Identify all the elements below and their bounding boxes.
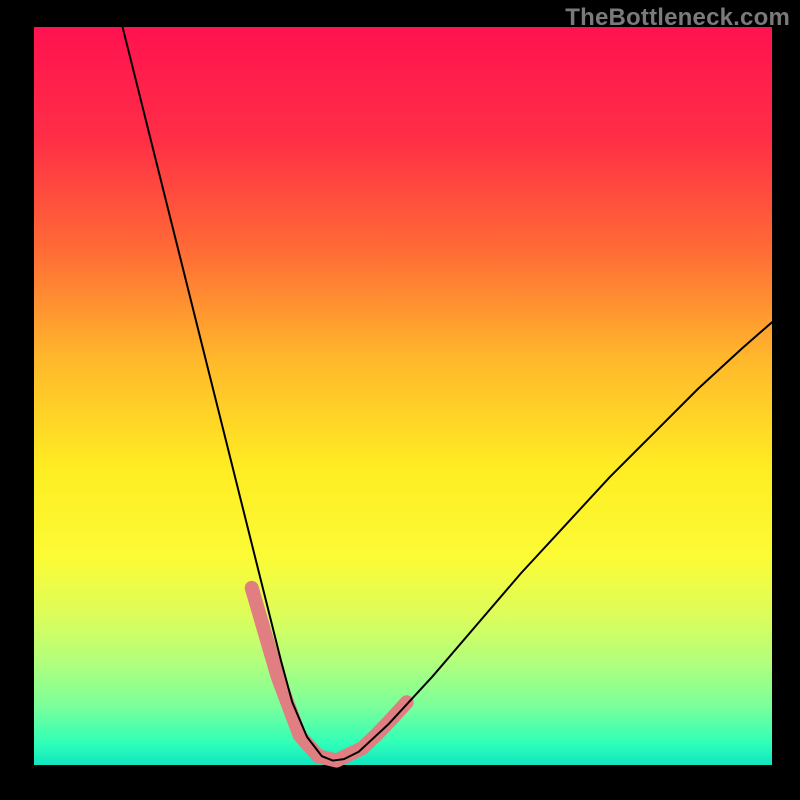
series-curve [123,27,772,761]
watermark-text: TheBottleneck.com [565,4,790,32]
chart-svg [0,0,800,800]
